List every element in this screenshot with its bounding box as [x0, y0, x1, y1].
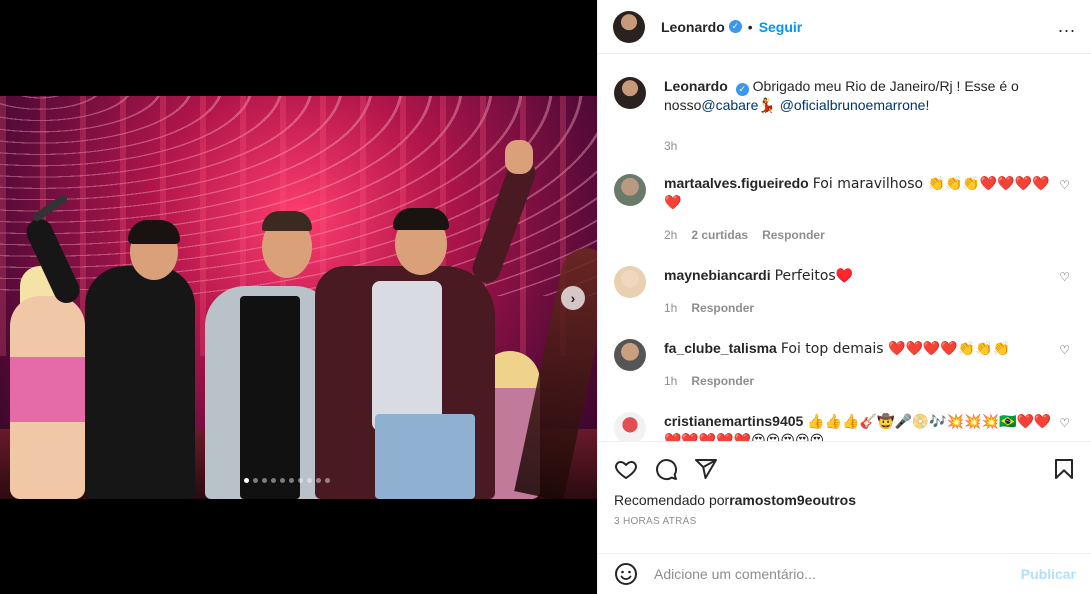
- comment-text: Foi top demais ❤️❤️❤️❤️👏👏👏: [780, 341, 1011, 357]
- singer-right-hand: [505, 140, 533, 174]
- comment-item: cristianemartins9405 👍👍👍🎸🤠🎤📀🎶💥💥💥🇧🇷❤️❤️❤️❤…: [614, 412, 1076, 441]
- singer-left: [85, 266, 195, 499]
- bookmark-icon[interactable]: [1052, 457, 1076, 481]
- caption: Leonardo ✓ Obrigado meu Rio de Janeiro/Rj…: [614, 77, 1076, 155]
- carousel-dot: [307, 478, 312, 483]
- heart-icon[interactable]: ♡: [1059, 270, 1070, 284]
- singer-center-hair: [262, 211, 312, 231]
- singer-right-jeans: [375, 414, 475, 499]
- carousel-dot: [289, 478, 294, 483]
- comment-username[interactable]: martaalves.figueiredo: [664, 175, 809, 191]
- mention-link[interactable]: @cabare: [701, 97, 758, 113]
- share-icon[interactable]: [694, 457, 718, 481]
- comment-icon[interactable]: [654, 457, 678, 481]
- heart-icon[interactable]: ♡: [1059, 416, 1070, 430]
- comment-text: Perfeitos♥️: [774, 268, 854, 284]
- comment-username[interactable]: fa_clube_talisma: [664, 340, 777, 356]
- mention-link[interactable]: @oficialbrunoemarrone: [780, 97, 926, 113]
- emoji-icon[interactable]: [614, 562, 638, 586]
- carousel-dot: [280, 478, 285, 483]
- avatar[interactable]: [613, 10, 645, 43]
- carousel-next-button[interactable]: ›: [561, 286, 585, 310]
- post-header: Leonardo ✓ • Seguir ...: [598, 0, 1091, 54]
- singer-right-shirt: [372, 281, 442, 431]
- comment-likes[interactable]: 2 curtidas: [691, 226, 748, 244]
- recommended-by: Recomendado porramostom9eoutros: [614, 492, 1076, 508]
- comment-username[interactable]: cristianemartins9405: [664, 413, 803, 429]
- avatar[interactable]: [614, 174, 646, 206]
- heart-icon[interactable]: ♡: [1059, 178, 1070, 192]
- more-options-icon[interactable]: ...: [1058, 16, 1076, 37]
- carousel-dot: [325, 478, 330, 483]
- post-media: ›: [0, 0, 597, 594]
- reply-button[interactable]: Responder: [691, 299, 754, 317]
- avatar[interactable]: [614, 266, 646, 298]
- comment-item: fa_clube_talisma Foi top demais ❤️❤️❤️❤️👏…: [614, 339, 1076, 390]
- avatar[interactable]: [614, 77, 646, 109]
- verified-badge-icon: ✓: [735, 83, 749, 96]
- follow-button[interactable]: Seguir: [759, 19, 803, 35]
- comments-list[interactable]: Leonardo ✓ Obrigado meu Rio de Janeiro/Rj…: [598, 55, 1091, 441]
- comment-username[interactable]: maynebiancardi: [664, 267, 771, 283]
- caption-suffix: !: [925, 97, 930, 113]
- separator-dot: •: [747, 18, 753, 35]
- recommended-user[interactable]: ramostom9: [729, 492, 804, 508]
- caption-username[interactable]: Leonardo: [664, 78, 728, 94]
- reply-button[interactable]: Responder: [762, 226, 825, 244]
- add-comment-bar: Publicar: [598, 553, 1091, 594]
- comment-time[interactable]: 1h: [664, 299, 677, 317]
- instagram-post-modal: › Leonardo ✓ • Seguir ... Leonardo ✓ Obri…: [0, 0, 1091, 594]
- avatar[interactable]: [614, 339, 646, 371]
- carousel-dot: [262, 478, 267, 483]
- recommended-prefix: Recomendado por: [614, 492, 730, 508]
- post-photo[interactable]: [0, 96, 597, 499]
- comment-item: martaalves.figueiredo Foi maravilhoso 👏👏👏…: [614, 174, 1076, 244]
- reply-button[interactable]: Responder: [691, 372, 754, 390]
- carousel-dot: [316, 478, 321, 483]
- comment-time[interactable]: 1h: [664, 372, 677, 390]
- heart-icon[interactable]: ♡: [1059, 343, 1070, 357]
- like-icon[interactable]: [614, 457, 638, 481]
- post-timestamp[interactable]: 3 HORAS ATRÁS: [614, 516, 1076, 527]
- comment-time[interactable]: 2h: [664, 226, 677, 244]
- singer-center-shirt: [240, 296, 300, 499]
- author-username[interactable]: Leonardo: [661, 19, 725, 35]
- carousel-dot: [271, 478, 276, 483]
- post-sidebar: Leonardo ✓ • Seguir ... Leonardo ✓ Obriga…: [597, 0, 1091, 594]
- caption-time[interactable]: 3h: [664, 137, 677, 155]
- comment-item: maynebiancardi Perfeitos♥️ 1h Responder ♡: [614, 266, 1076, 317]
- carousel-dots: [244, 478, 330, 483]
- singer-left-hair: [128, 220, 180, 244]
- carousel-dot: [244, 478, 249, 483]
- carousel-dot: [298, 478, 303, 483]
- carousel-dot: [253, 478, 258, 483]
- publish-button[interactable]: Publicar: [1021, 566, 1076, 582]
- chevron-right-icon: ›: [570, 290, 576, 306]
- avatar[interactable]: [614, 412, 646, 441]
- dancer-emoji: 💃: [758, 98, 776, 114]
- comment-input[interactable]: [654, 566, 1021, 582]
- verified-badge-icon: ✓: [728, 20, 742, 33]
- dancer-left: [10, 296, 85, 499]
- post-actions: Recomendado porramostom9eoutros 3 HORAS …: [598, 441, 1091, 527]
- recommended-others[interactable]: outros: [812, 492, 856, 508]
- singer-right-hair: [393, 208, 449, 230]
